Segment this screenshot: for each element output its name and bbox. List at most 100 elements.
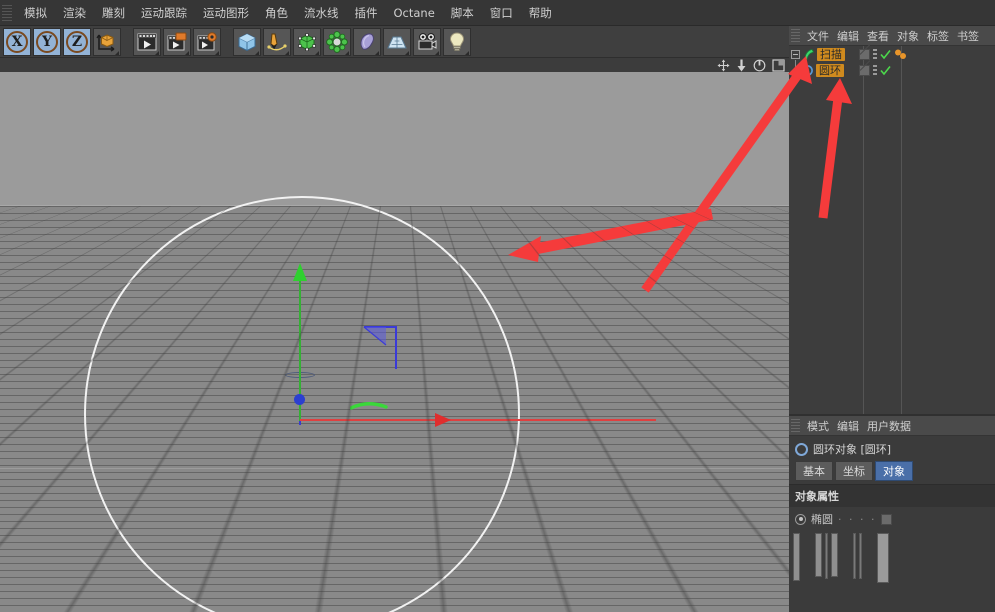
deformer-bend-button[interactable] bbox=[353, 28, 381, 56]
slider-strip[interactable] bbox=[877, 533, 889, 583]
tag-column bbox=[859, 49, 908, 60]
om-menu-edit[interactable]: 编辑 bbox=[833, 26, 863, 46]
am-menu-edit[interactable]: 编辑 bbox=[833, 416, 863, 436]
property-dots: · · · · bbox=[838, 513, 876, 526]
om-menu-view[interactable]: 查看 bbox=[863, 26, 893, 46]
axis-z-lock-button[interactable]: Z bbox=[63, 28, 91, 56]
phong-tag-icon[interactable] bbox=[894, 49, 908, 60]
axis-y-lock-button[interactable]: Y bbox=[33, 28, 61, 56]
render-to-picture-viewer-icon bbox=[166, 32, 188, 52]
spline-pen-button[interactable] bbox=[263, 28, 291, 56]
camera-button[interactable] bbox=[413, 28, 441, 56]
object-manager-grip-icon[interactable] bbox=[791, 29, 800, 43]
nurbs-generator-button[interactable] bbox=[293, 28, 321, 56]
axis-gizmo-x-head[interactable] bbox=[435, 413, 451, 427]
table-row[interactable]: 扫描 bbox=[789, 46, 995, 62]
axis-z-label: Z bbox=[66, 31, 88, 53]
array-cloner-button[interactable] bbox=[323, 28, 351, 56]
expand-toggle-icon[interactable] bbox=[791, 50, 800, 59]
am-menu-mode[interactable]: 模式 bbox=[803, 416, 833, 436]
object-name[interactable]: 圆环 bbox=[816, 64, 844, 77]
nurbs-generator-icon bbox=[296, 31, 318, 53]
menu-item-8[interactable]: Octane bbox=[386, 3, 443, 23]
floor-environment-button[interactable] bbox=[383, 28, 411, 56]
property-slider-strips[interactable] bbox=[793, 533, 991, 593]
world-object-coordinate-button[interactable] bbox=[93, 28, 121, 56]
cinema4d-window: 模拟 渲染 雕刻 运动跟踪 运动图形 角色 流水线 插件 Octane 脚本 窗… bbox=[0, 0, 995, 612]
radio-icon[interactable] bbox=[795, 514, 806, 525]
slider-strip[interactable] bbox=[815, 533, 822, 577]
drag-grip-icon[interactable] bbox=[2, 5, 12, 21]
floor-environment-icon bbox=[386, 31, 408, 53]
menu-item-11[interactable]: 帮助 bbox=[521, 2, 560, 24]
object-manager-menu-bar: 文件 编辑 查看 对象 标签 书签 bbox=[789, 26, 995, 46]
property-label: 椭圆 bbox=[811, 511, 833, 527]
slider-strip[interactable] bbox=[825, 533, 828, 579]
attributes-grip-icon[interactable] bbox=[791, 419, 800, 433]
render-settings-button[interactable] bbox=[193, 28, 221, 56]
viewport-header-bar bbox=[0, 58, 789, 72]
deformer-bend-icon bbox=[356, 31, 378, 53]
right-dock-panel: 文件 编辑 查看 对象 标签 书签 扫描 bbox=[789, 26, 995, 612]
render-to-picture-viewer-button[interactable] bbox=[163, 28, 191, 56]
move-view-icon[interactable] bbox=[717, 59, 730, 72]
render-view-button[interactable] bbox=[133, 28, 161, 56]
menu-item-6[interactable]: 流水线 bbox=[296, 2, 347, 24]
om-menu-bookmarks[interactable]: 书签 bbox=[953, 26, 983, 46]
object-name[interactable]: 扫描 bbox=[817, 48, 845, 61]
menu-item-7[interactable]: 插件 bbox=[347, 2, 386, 24]
circle-spline-icon bbox=[801, 64, 814, 77]
toggle-layout-icon[interactable] bbox=[772, 59, 785, 72]
menu-item-9[interactable]: 脚本 bbox=[443, 2, 482, 24]
om-column-divider-1 bbox=[863, 46, 864, 414]
object-manager-tree[interactable]: 扫描 bbox=[789, 46, 995, 414]
axis-gizmo-y-head[interactable] bbox=[293, 263, 307, 281]
axis-y-label: Y bbox=[36, 31, 58, 53]
axis-gizmo-origin-dot[interactable] bbox=[294, 394, 305, 405]
menu-item-3[interactable]: 运动跟踪 bbox=[133, 2, 195, 24]
circle-spline-icon bbox=[795, 443, 808, 456]
menu-item-4[interactable]: 运动图形 bbox=[195, 2, 257, 24]
slider-strip[interactable] bbox=[831, 533, 838, 577]
perspective-viewport[interactable] bbox=[0, 58, 789, 612]
no-texture-tag-icon[interactable] bbox=[859, 49, 870, 60]
camera-icon bbox=[416, 31, 438, 53]
light-icon bbox=[446, 31, 468, 53]
menu-item-2[interactable]: 雕刻 bbox=[94, 2, 133, 24]
axis-gizmo-green-band[interactable] bbox=[350, 398, 388, 412]
object-title-text: 圆环对象 [圆环] bbox=[813, 441, 891, 457]
viewport-nav-icons bbox=[717, 58, 785, 72]
attributes-object-title: 圆环对象 [圆环] bbox=[789, 436, 995, 460]
rotate-view-icon[interactable] bbox=[753, 59, 766, 72]
spline-pen-icon bbox=[266, 31, 288, 53]
tab-coordinates[interactable]: 坐标 bbox=[835, 461, 873, 481]
menu-item-10[interactable]: 窗口 bbox=[482, 2, 521, 24]
light-button[interactable] bbox=[443, 28, 471, 56]
no-texture-tag-icon[interactable] bbox=[859, 65, 870, 76]
cube-primitive-button[interactable] bbox=[233, 28, 261, 56]
scale-view-icon[interactable] bbox=[736, 59, 747, 72]
visibility-dots-tag-icon[interactable] bbox=[873, 65, 877, 76]
slider-strip[interactable] bbox=[859, 533, 862, 579]
axis-x-label: X bbox=[6, 31, 28, 53]
axis-x-lock-button[interactable]: X bbox=[3, 28, 31, 56]
axis-gizmo-x-arrow[interactable] bbox=[300, 419, 656, 421]
slider-strip[interactable] bbox=[853, 533, 856, 579]
om-menu-objects[interactable]: 对象 bbox=[893, 26, 923, 46]
tab-basic[interactable]: 基本 bbox=[795, 461, 833, 481]
axis-gizmo-plane-handle[interactable] bbox=[362, 325, 400, 371]
visibility-dots-tag-icon[interactable] bbox=[873, 49, 877, 60]
ellipse-checkbox[interactable] bbox=[881, 514, 892, 525]
tab-object[interactable]: 对象 bbox=[875, 461, 913, 481]
om-menu-file[interactable]: 文件 bbox=[803, 26, 833, 46]
menu-item-5[interactable]: 角色 bbox=[257, 2, 296, 24]
menu-item-1[interactable]: 渲染 bbox=[55, 2, 94, 24]
menu-item-0[interactable]: 模拟 bbox=[16, 2, 55, 24]
am-menu-userdata[interactable]: 用户数据 bbox=[863, 416, 915, 436]
render-group bbox=[130, 27, 224, 57]
slider-strip[interactable] bbox=[793, 533, 800, 581]
table-row[interactable]: 圆环 bbox=[789, 62, 995, 78]
cube-primitive-icon bbox=[236, 31, 258, 53]
om-menu-tags[interactable]: 标签 bbox=[923, 26, 953, 46]
attributes-menu-bar: 模式 编辑 用户数据 bbox=[789, 416, 995, 436]
